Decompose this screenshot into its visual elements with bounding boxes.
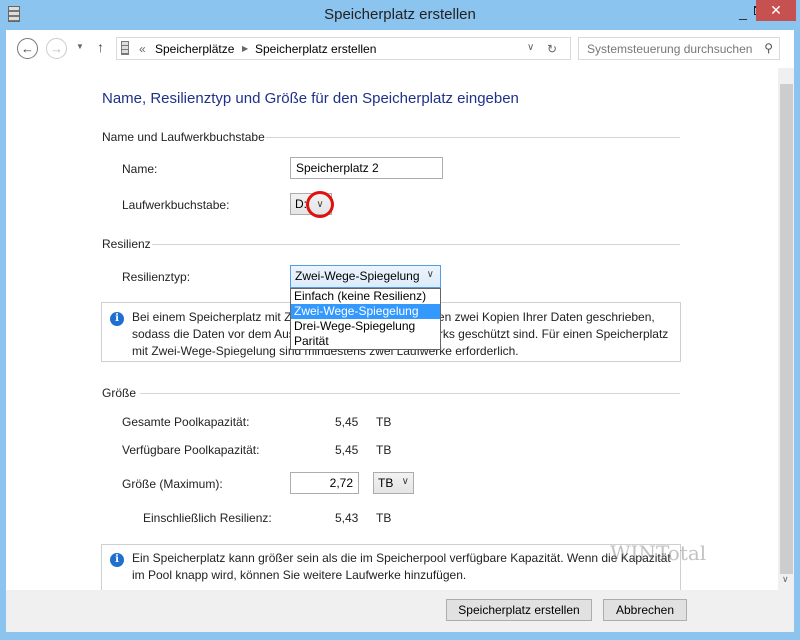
section-title-size: Größe [102,386,137,400]
breadcrumb-item[interactable]: Speicherplätze [155,42,234,56]
name-label: Name: [122,162,158,176]
name-input[interactable]: Speicherplatz 2 [290,157,443,179]
resilience-type-select[interactable]: Zwei-Wege-Spiegelung ∨ [290,265,441,288]
size-value: 2,72 [329,476,353,490]
forward-button[interactable]: → [46,38,67,59]
chevron-down-icon: ∨ [401,476,409,487]
storage-icon [121,41,129,55]
section-title-resilience: Resilienz [102,237,151,251]
resilience-dropdown-list[interactable]: Einfach (keine Resilienz) Zwei-Wege-Spie… [290,288,441,350]
size-input[interactable]: 2,72 [290,472,359,494]
option-simple[interactable]: Einfach (keine Resilienz) [291,289,440,304]
search-input[interactable]: Systemsteuerung durchsuchen ⚲ [578,37,780,60]
recent-pages-chevron-icon[interactable]: ▼ [76,42,84,51]
option-two-way-mirror[interactable]: Zwei-Wege-Spiegelung [291,304,440,319]
name-value: Speicherplatz 2 [296,161,379,175]
info-icon: i [110,312,124,326]
chevron-down-icon[interactable]: ∨ [306,191,334,218]
create-storage-space-button[interactable]: Speicherplatz erstellen [446,599,592,621]
back-button[interactable]: ← [17,38,38,59]
search-placeholder: Systemsteuerung durchsuchen [587,42,753,56]
breadcrumb-item[interactable]: Speicherplatz erstellen [255,42,376,56]
size-unit-value: TB [378,476,394,490]
scrollbar-thumb[interactable] [780,84,793,574]
size-unit-select[interactable]: TB ∨ [373,472,414,494]
including-resilience-value: 5,43 [335,511,359,525]
size-info-text: Ein Speicherplatz kann größer sein als d… [132,551,671,582]
including-resilience-unit: TB [376,511,392,525]
watermark-logo: WINTotal [610,541,707,565]
total-capacity-value: 5,45 [335,415,359,429]
option-three-way-mirror[interactable]: Drei-Wege-Spiegelung [291,319,440,334]
close-button[interactable]: ✕ [756,0,796,21]
overflow-chevron-icon: « [139,42,146,56]
address-dropdown-icon[interactable]: ∨ [527,42,534,53]
refresh-icon[interactable]: ↻ [547,42,557,56]
info-icon: i [110,553,124,567]
search-icon[interactable]: ⚲ [764,41,773,55]
scroll-down-icon[interactable]: ∨ [782,574,789,585]
drive-letter-label: Laufwerkbuchstabe: [122,198,230,212]
resilience-type-value: Zwei-Wege-Spiegelung [295,269,420,283]
total-capacity-label: Gesamte Poolkapazität: [122,415,250,429]
available-capacity-label: Verfügbare Poolkapazität: [122,443,260,457]
available-capacity-unit: TB [376,443,392,457]
minimize-button[interactable]: _ [736,4,750,22]
section-title-name: Name und Laufwerkbuchstabe [102,130,265,144]
window-title: Speicherplatz erstellen [324,6,476,23]
divider [266,137,680,138]
resilience-type-label: Resilienztyp: [122,270,191,284]
divider [140,393,680,394]
chevron-down-icon: ∨ [426,269,434,280]
including-resilience-label: Einschließlich Resilienz: [143,511,272,525]
page-heading: Name, Resilienztyp und Größe für den Spe… [102,90,519,107]
size-label: Größe (Maximum): [122,477,223,491]
available-capacity-value: 5,45 [335,443,359,457]
divider [152,244,680,245]
breadcrumb-separator-icon: ▶ [242,44,249,53]
total-capacity-unit: TB [376,415,392,429]
cancel-button[interactable]: Abbrechen [603,599,687,621]
option-parity[interactable]: Parität [291,334,440,349]
address-bar[interactable]: « Speicherplätze ▶ Speicherplatz erstell… [116,37,571,60]
up-arrow-icon[interactable]: ↑ [97,39,104,55]
